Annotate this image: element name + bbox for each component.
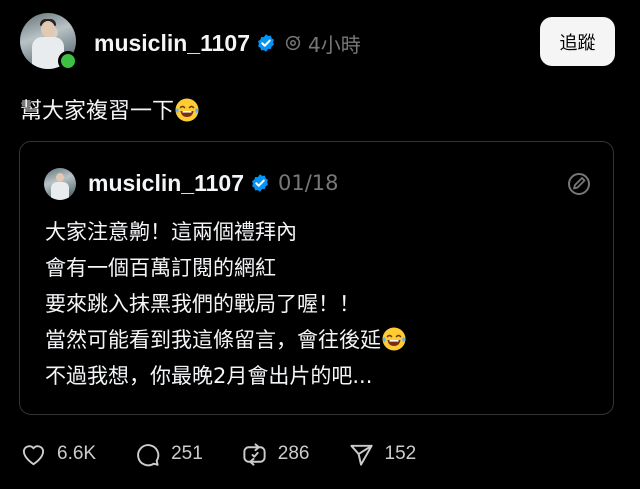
comment-count: 251 — [171, 443, 203, 464]
quoted-line-with-emoji: 當然可能看到我這條留言，會往後延 — [45, 322, 407, 358]
post-timestamp: 4小時 — [308, 32, 361, 57]
quoted-line: 大家注意齁！這兩個禮拜內 — [45, 220, 297, 244]
quoted-line: 當然可能看到我這條留言，會往後延 — [45, 328, 381, 352]
author-username[interactable]: musiclin_1107 — [94, 30, 250, 57]
quoted-author-avatar[interactable] — [44, 168, 76, 200]
repost-count: 286 — [277, 443, 310, 464]
quoted-post-date: 01/18 — [278, 171, 339, 195]
send-icon — [349, 444, 373, 466]
quoted-post-card[interactable]: musiclin_1107 01/18 大家注意齁！這兩個禮拜內 會有一個百萬訂… — [19, 141, 614, 415]
post-actions-bar: 6.6K 251 286 152 — [20, 438, 454, 470]
thread-post: musiclin_1107 4小時 追蹤 幫大家複習一下 musiclin_11… — [0, 0, 640, 489]
quoted-post-header: musiclin_1107 01/18 — [88, 166, 339, 200]
heart-icon — [22, 444, 45, 465]
quote-menu-icon[interactable] — [565, 170, 593, 198]
online-status-dot — [58, 51, 78, 71]
repost-icon — [243, 442, 266, 466]
quoted-post-text: 大家注意齁！這兩個禮拜內 會有一個百萬訂閱的網紅 要來跳入抹黑我們的戰局了喔！！… — [45, 214, 407, 394]
comment-button[interactable]: 251 — [134, 441, 203, 468]
post-text: 幫大家複習一下 — [20, 96, 200, 128]
post-text-content: 幫大家複習一下 — [20, 99, 175, 124]
post-header: musiclin_1107 4小時 — [94, 27, 361, 59]
follow-button[interactable]: 追蹤 — [540, 17, 615, 66]
verified-badge-icon — [252, 174, 268, 192]
quoted-line: 要來跳入抹黑我們的戰局了喔！！ — [45, 292, 360, 316]
repost-button[interactable]: 286 — [241, 441, 310, 468]
verified-badge-icon — [258, 34, 274, 52]
share-button[interactable]: 152 — [348, 441, 417, 468]
comment-icon — [137, 443, 160, 466]
author-avatar[interactable] — [20, 13, 78, 71]
laughing-tears-emoji — [382, 327, 406, 351]
like-count: 6.6K — [57, 443, 97, 464]
like-button[interactable]: 6.6K — [20, 441, 96, 468]
laughing-tears-emoji — [175, 98, 199, 122]
quoted-line: 不過我想，你最晚2月會出片的吧... — [45, 364, 373, 388]
audience-icon — [285, 35, 301, 51]
quoted-line: 會有一個百萬訂閱的網紅 — [45, 256, 276, 280]
quoted-author-username[interactable]: musiclin_1107 — [88, 170, 244, 197]
share-count: 152 — [384, 443, 417, 464]
